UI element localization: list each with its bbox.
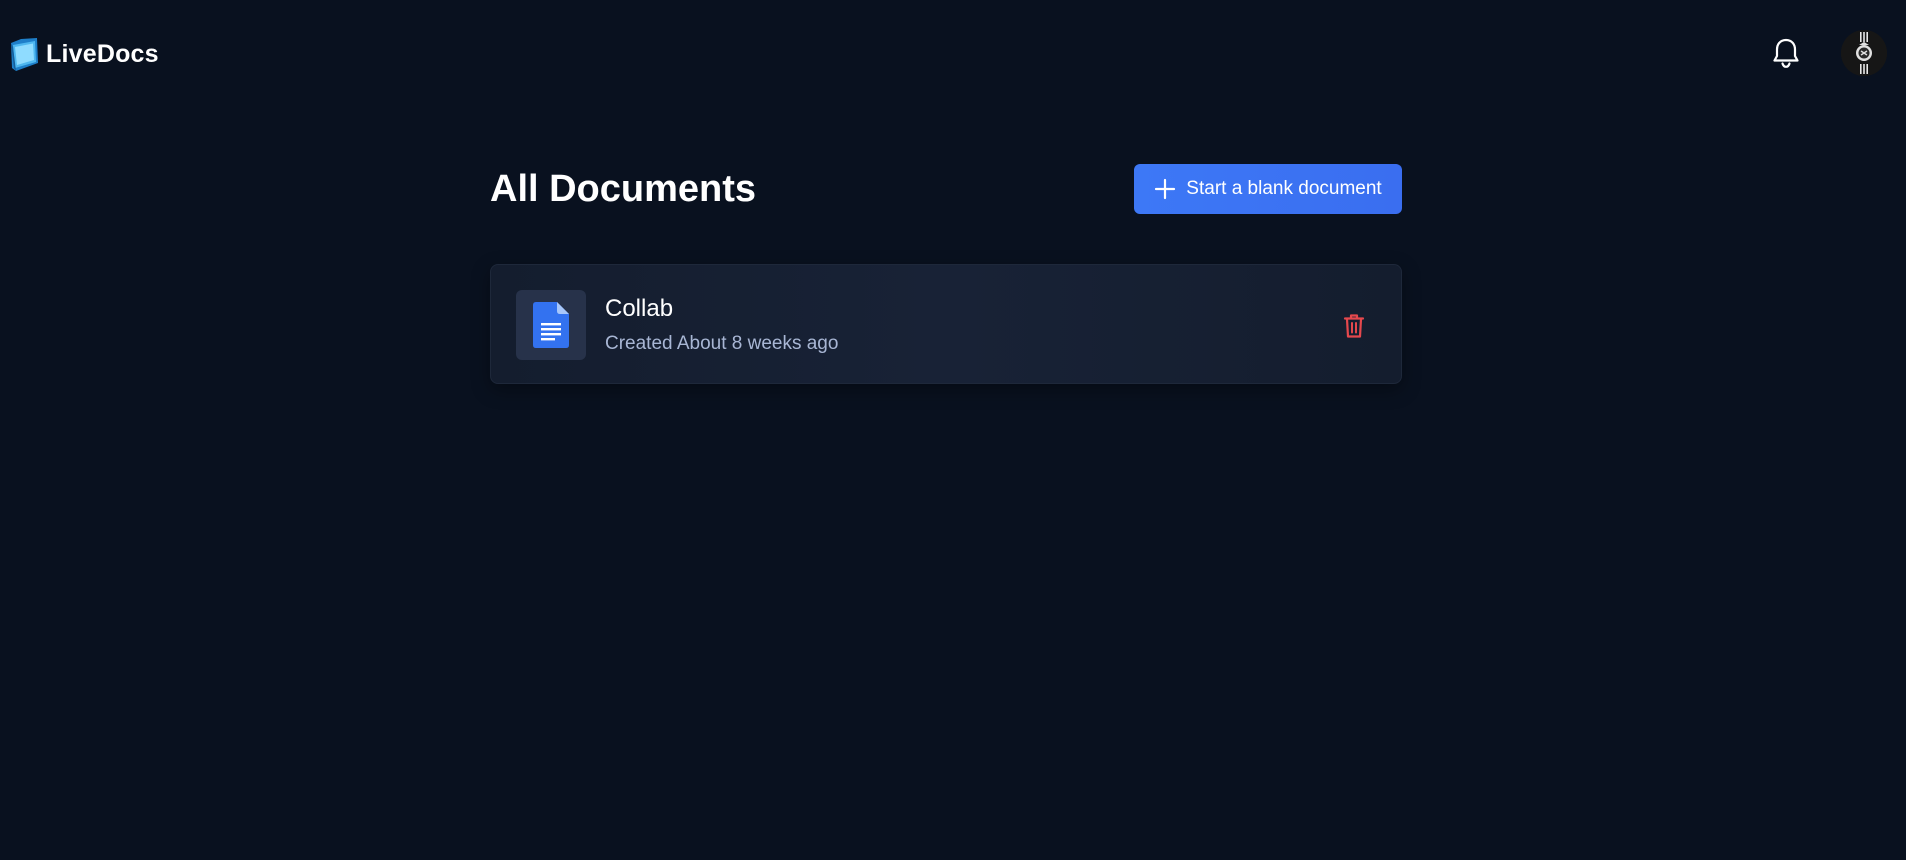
trash-icon[interactable] (1342, 313, 1366, 339)
header: LiveDocs (0, 0, 1906, 108)
page-title: All Documents (490, 168, 757, 210)
document-thumbnail (516, 290, 586, 360)
document-title: Collab (605, 295, 674, 322)
main-content: All Documents Start a blank document Col… (490, 164, 1402, 384)
user-avatar[interactable] (1841, 30, 1887, 76)
page: LiveDocs All Documents Start a blank doc… (0, 0, 1906, 860)
bell-icon[interactable] (1770, 36, 1802, 70)
document-icon (533, 302, 569, 348)
app-name: LiveDocs (46, 39, 159, 68)
start-blank-document-button[interactable]: Start a blank document (1134, 164, 1402, 214)
folder-logo-icon (11, 38, 38, 71)
document-list: Collab Created About 8 weeks ago (490, 264, 1402, 384)
avatar-image (1841, 30, 1887, 76)
document-created-date: Created About 8 weeks ago (605, 333, 839, 354)
app-logo[interactable]: LiveDocs (8, 34, 159, 74)
title-row: All Documents Start a blank document (490, 164, 1402, 214)
plus-icon (1155, 178, 1176, 200)
start-blank-document-label: Start a blank document (1186, 178, 1382, 199)
document-item[interactable]: Collab Created About 8 weeks ago (490, 264, 1402, 384)
